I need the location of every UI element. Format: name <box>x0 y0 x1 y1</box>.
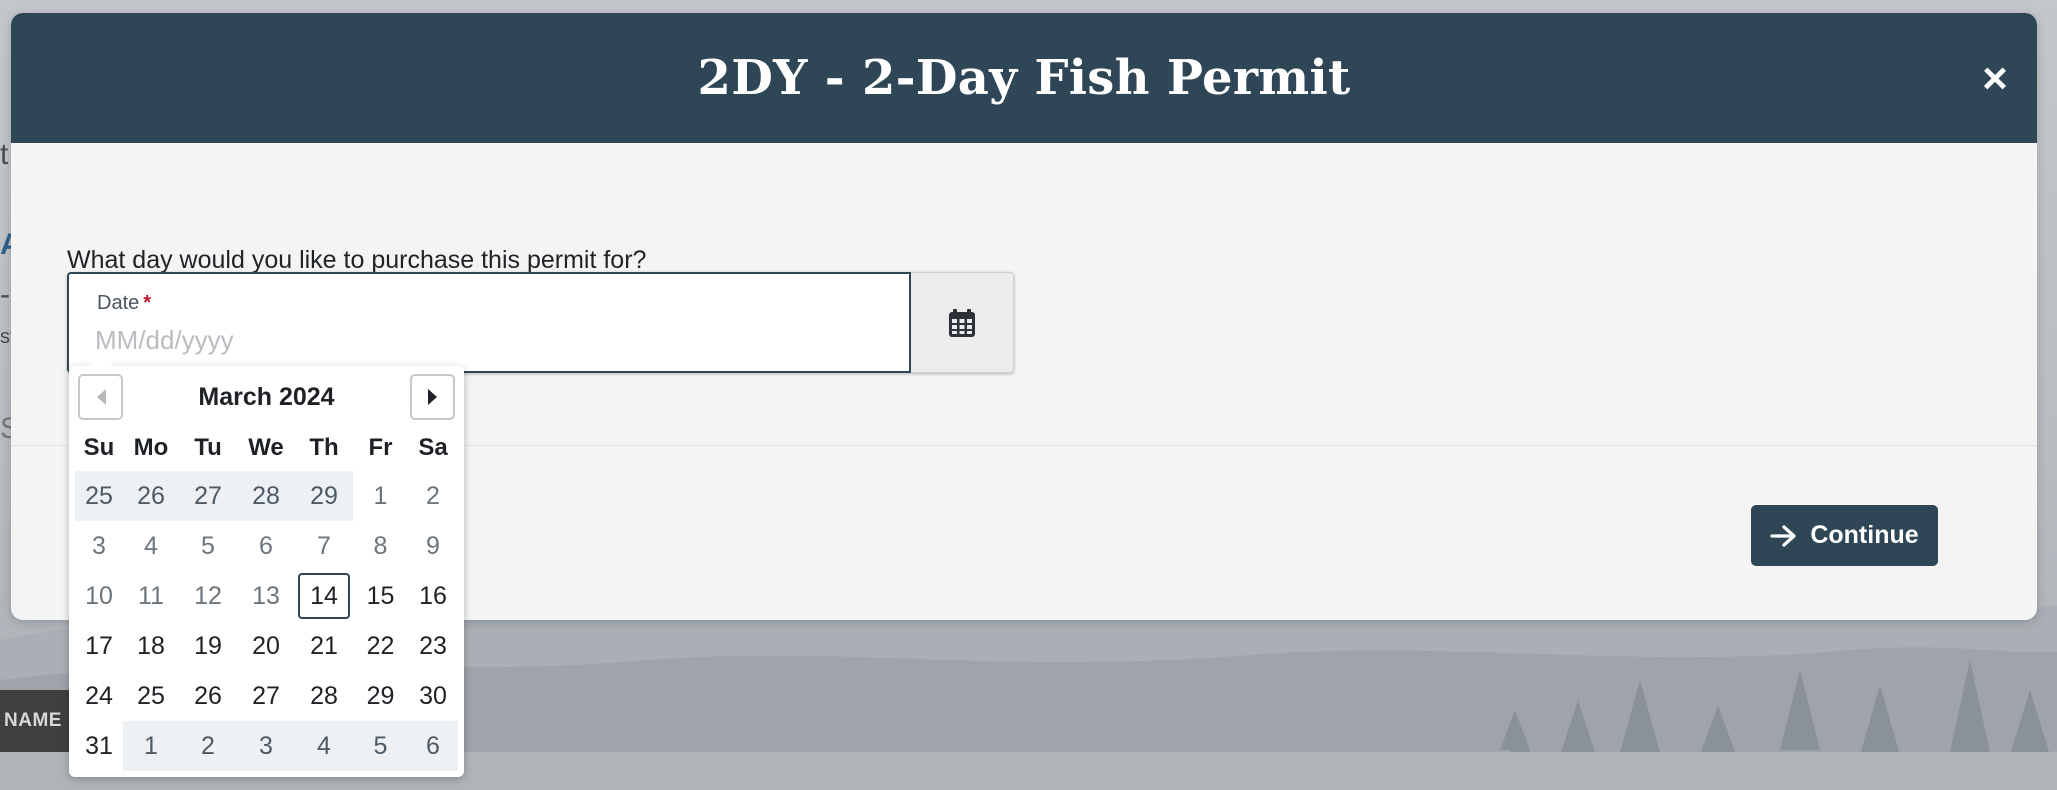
calendar-day[interactable]: 28 <box>295 671 353 721</box>
calendar-day[interactable]: 26 <box>123 471 179 521</box>
calendar-day[interactable]: 12 <box>179 571 237 621</box>
continue-button[interactable]: Continue <box>1751 505 1938 566</box>
calendar-day[interactable]: 27 <box>179 471 237 521</box>
weekday-header: Sa <box>418 434 448 461</box>
next-month-button[interactable] <box>410 374 455 420</box>
modal-title: 2DY - 2-Day Fish Permit <box>697 50 1351 106</box>
calendar-day[interactable]: 3 <box>237 721 295 771</box>
background-name-column-header: NAME <box>0 690 78 752</box>
calendar-day[interactable]: 4 <box>295 721 353 771</box>
calendar-day[interactable]: 9 <box>408 521 458 571</box>
previous-month-button[interactable] <box>78 374 123 420</box>
calendar-day[interactable]: 1 <box>353 471 408 521</box>
close-button[interactable]: × <box>1975 57 2015 101</box>
modal-header: 2DY - 2-Day Fish Permit × <box>11 13 2037 143</box>
calendar-day[interactable]: 29 <box>295 471 353 521</box>
calendar-day[interactable]: 31 <box>75 721 123 771</box>
weekday-header: Fr <box>368 434 393 461</box>
calendar-day[interactable]: 6 <box>408 721 458 771</box>
calendar-day[interactable]: 19 <box>179 621 237 671</box>
calendar-day[interactable]: 13 <box>237 571 295 621</box>
calendar-day[interactable]: 5 <box>179 521 237 571</box>
weekday-header: Tu <box>194 434 222 461</box>
background-text-fragment: - <box>0 278 10 311</box>
calendar-day[interactable]: 11 <box>123 571 179 621</box>
date-input[interactable] <box>95 320 875 360</box>
calendar-icon <box>949 308 975 337</box>
datepicker-header: March 2024 <box>69 374 464 424</box>
continue-label: Continue <box>1810 521 1919 549</box>
calendar-day[interactable]: 5 <box>353 721 408 771</box>
calendar-day-today[interactable]: 14 <box>295 571 353 621</box>
arrow-right-icon <box>1770 524 1796 547</box>
calendar-day[interactable]: 26 <box>179 671 237 721</box>
date-field: Date * <box>67 272 1014 373</box>
calendar-day[interactable]: 4 <box>123 521 179 571</box>
calendar-day[interactable]: 28 <box>237 471 295 521</box>
caret-left-icon <box>96 389 106 405</box>
calendar-day[interactable]: 21 <box>295 621 353 671</box>
datepicker-grid: Su Mo Tu We Th Fr Sa 25 26 27 28 29 1 2 3 4 5 6 7 8 9 10 11 12 1… <box>75 425 458 771</box>
caret-right-icon <box>427 389 437 405</box>
calendar-day[interactable]: 16 <box>408 571 458 621</box>
date-input-wrapper[interactable]: Date * <box>67 272 911 373</box>
weekday-header: Th <box>309 434 339 461</box>
calendar-day[interactable]: 24 <box>75 671 123 721</box>
calendar-toggle-button[interactable] <box>911 272 1014 373</box>
calendar-day[interactable]: 3 <box>75 521 123 571</box>
calendar-day[interactable]: 25 <box>75 471 123 521</box>
calendar-day[interactable]: 29 <box>353 671 408 721</box>
weekday-header: Su <box>83 434 115 461</box>
calendar-day[interactable]: 17 <box>75 621 123 671</box>
calendar-day[interactable]: 20 <box>237 621 295 671</box>
date-label: Date * <box>97 292 151 315</box>
weekday-header: Mo <box>133 434 169 461</box>
calendar-day[interactable]: 8 <box>353 521 408 571</box>
calendar-day[interactable]: 6 <box>237 521 295 571</box>
calendar-day[interactable]: 1 <box>123 721 179 771</box>
calendar-day[interactable]: 22 <box>353 621 408 671</box>
calendar-day[interactable]: 23 <box>408 621 458 671</box>
calendar-day[interactable]: 15 <box>353 571 408 621</box>
calendar-day[interactable]: 10 <box>75 571 123 621</box>
calendar-day[interactable]: 30 <box>408 671 458 721</box>
calendar-day[interactable]: 25 <box>123 671 179 721</box>
calendar-day[interactable]: 27 <box>237 671 295 721</box>
calendar-day[interactable]: 2 <box>179 721 237 771</box>
date-label-text: Date <box>97 292 140 314</box>
required-marker: * <box>143 292 152 314</box>
datepicker-popup: March 2024 Su Mo Tu We Th Fr Sa 25 26 27 28 29 1 2 3 4 5… <box>69 354 464 777</box>
calendar-day[interactable]: 7 <box>295 521 353 571</box>
weekday-header: We <box>248 434 284 461</box>
calendar-day[interactable]: 18 <box>123 621 179 671</box>
background-text-fragment: t <box>0 138 9 171</box>
calendar-day[interactable]: 2 <box>408 471 458 521</box>
close-icon: × <box>1982 54 2008 103</box>
datepicker-month-label: March 2024 <box>198 383 335 411</box>
date-question: What day would you like to purchase this… <box>67 246 647 274</box>
